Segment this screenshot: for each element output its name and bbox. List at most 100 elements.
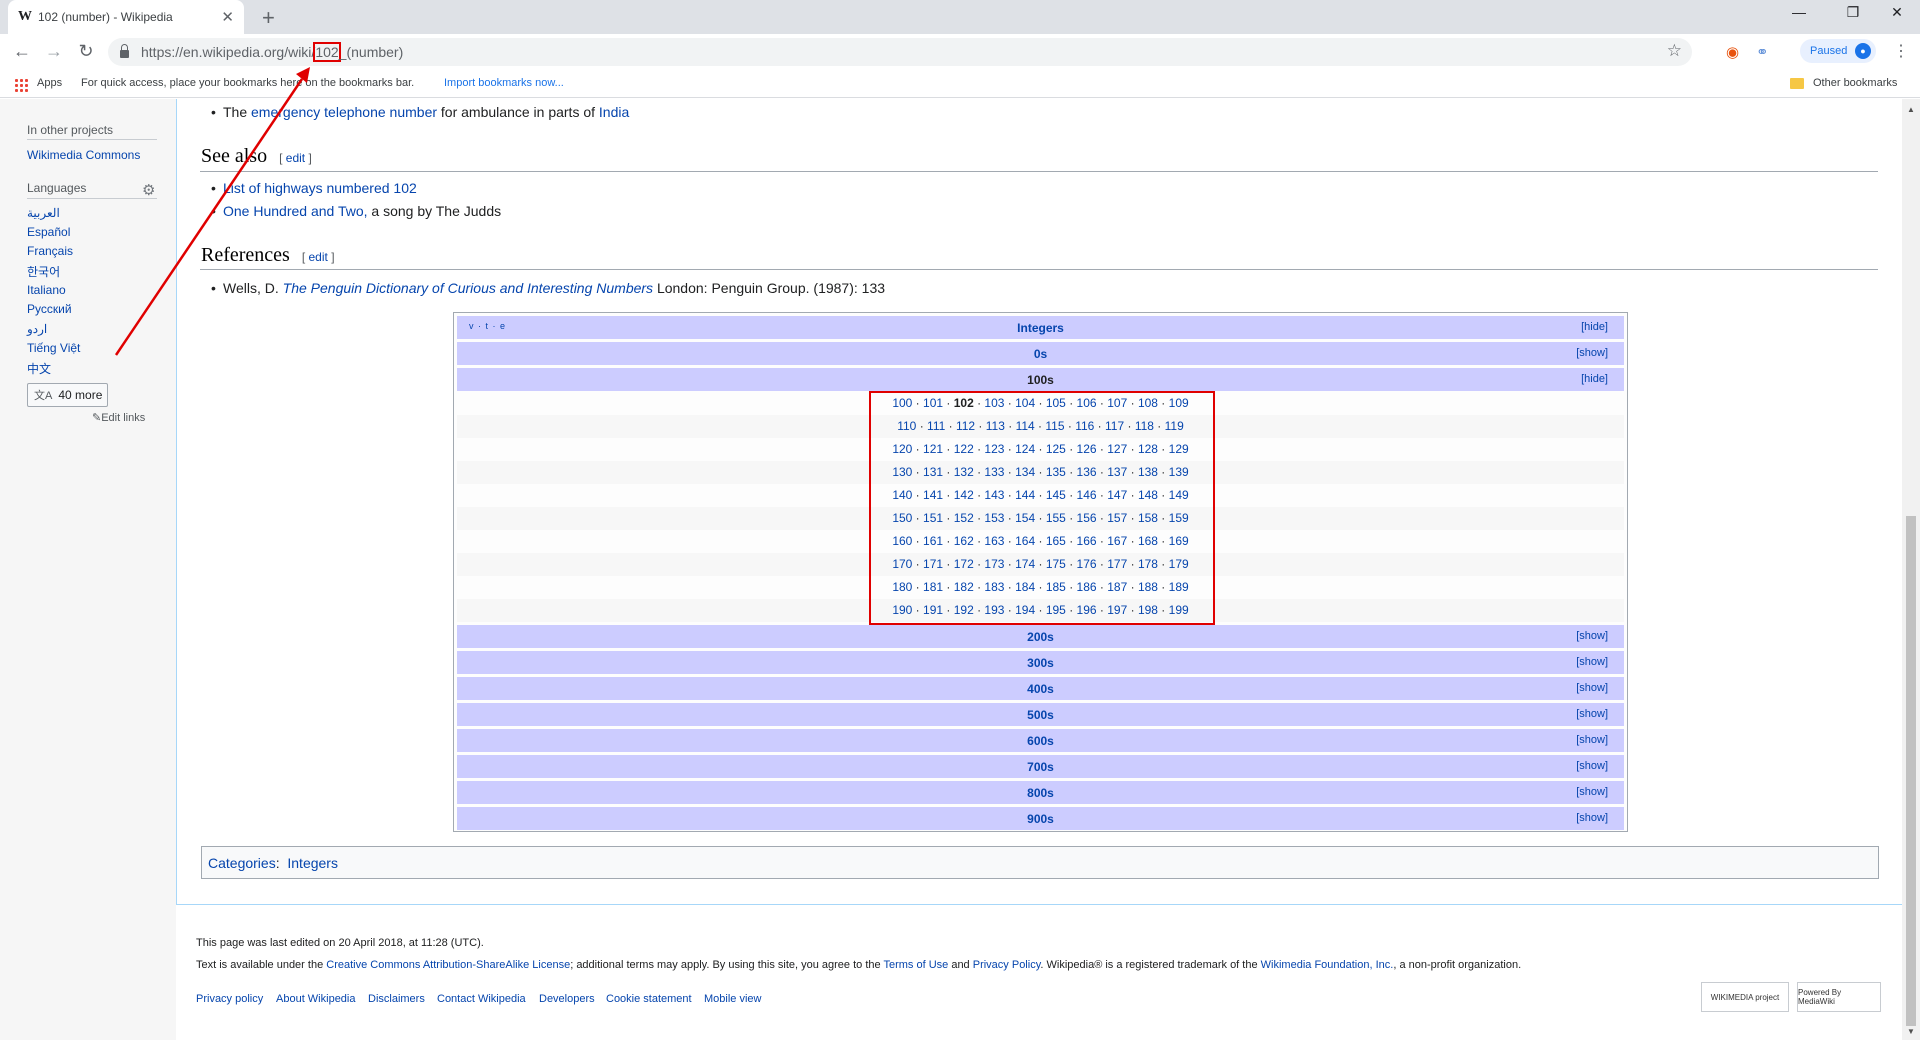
- penguin-dictionary-link[interactable]: The Penguin Dictionary of Curious and In…: [283, 280, 653, 296]
- group-show-toggle[interactable]: [show]: [1576, 708, 1608, 720]
- number-link[interactable]: 198: [1138, 603, 1158, 617]
- forward-arrow-icon[interactable]: →: [41, 41, 67, 62]
- number-link[interactable]: 195: [1046, 603, 1066, 617]
- group-show-toggle[interactable]: [show]: [1576, 630, 1608, 642]
- language-link-vietnamese[interactable]: Tiếng Việt: [27, 341, 80, 355]
- number-link[interactable]: 137: [1107, 465, 1127, 479]
- number-link[interactable]: 115: [1045, 419, 1064, 433]
- number-link[interactable]: 157: [1107, 511, 1127, 525]
- number-link[interactable]: 130: [892, 465, 912, 479]
- bookmark-star-icon[interactable]: ☆: [1667, 41, 1682, 61]
- number-link[interactable]: 132: [954, 465, 974, 479]
- number-link[interactable]: 183: [984, 580, 1004, 594]
- number-link[interactable]: 121: [923, 442, 943, 456]
- number-link[interactable]: 106: [1077, 396, 1097, 410]
- language-link-russian[interactable]: Русский: [27, 302, 72, 316]
- language-link-arabic[interactable]: العربية: [27, 206, 60, 220]
- number-link[interactable]: 140: [892, 488, 912, 502]
- number-link[interactable]: 174: [1015, 557, 1035, 571]
- number-link[interactable]: 146: [1077, 488, 1097, 502]
- number-link[interactable]: 163: [984, 534, 1004, 548]
- language-link-korean[interactable]: 한국어: [27, 263, 60, 280]
- wikimedia-project-badge[interactable]: WIKIMEDIA project: [1701, 982, 1789, 1012]
- number-link[interactable]: 116: [1075, 419, 1094, 433]
- browser-menu-icon[interactable]: ⋮: [1893, 41, 1909, 61]
- number-link[interactable]: 160: [892, 534, 912, 548]
- number-link[interactable]: 185: [1046, 580, 1066, 594]
- number-link[interactable]: 170: [892, 557, 912, 571]
- number-link[interactable]: 128: [1138, 442, 1158, 456]
- number-link[interactable]: 190: [892, 603, 912, 617]
- number-link[interactable]: 193: [984, 603, 1004, 617]
- group-label[interactable]: 600s: [457, 734, 1624, 748]
- number-link[interactable]: 192: [954, 603, 974, 617]
- number-link[interactable]: 178: [1138, 557, 1158, 571]
- number-link[interactable]: 197: [1107, 603, 1127, 617]
- close-window-icon[interactable]: ✕: [1874, 4, 1920, 21]
- number-link[interactable]: 177: [1107, 557, 1127, 571]
- number-link[interactable]: 182: [954, 580, 974, 594]
- back-arrow-icon[interactable]: ←: [9, 41, 35, 62]
- number-link[interactable]: 123: [984, 442, 1004, 456]
- number-link[interactable]: 161: [923, 534, 943, 548]
- footer-mobile-view[interactable]: Mobile view: [704, 993, 761, 1005]
- number-link[interactable]: 125: [1046, 442, 1066, 456]
- group-show-toggle[interactable]: [show]: [1576, 812, 1608, 824]
- number-link[interactable]: 129: [1169, 442, 1189, 456]
- number-link[interactable]: 134: [1015, 465, 1035, 479]
- number-link[interactable]: 145: [1046, 488, 1066, 502]
- number-link[interactable]: 199: [1169, 603, 1189, 617]
- group-show-toggle[interactable]: [show]: [1576, 682, 1608, 694]
- number-link[interactable]: 139: [1169, 465, 1189, 479]
- number-link[interactable]: 109: [1169, 396, 1189, 410]
- group-label[interactable]: 0s: [457, 347, 1624, 361]
- group-label[interactable]: 200s: [457, 630, 1624, 644]
- number-link[interactable]: 122: [954, 442, 974, 456]
- number-link[interactable]: 176: [1077, 557, 1097, 571]
- number-link[interactable]: 181: [923, 580, 943, 594]
- number-link[interactable]: 166: [1077, 534, 1097, 548]
- number-link[interactable]: 108: [1138, 396, 1158, 410]
- language-link-spanish[interactable]: Español: [27, 225, 70, 239]
- apps-grid-icon[interactable]: [14, 78, 28, 92]
- number-link[interactable]: 162: [954, 534, 974, 548]
- number-link[interactable]: 143: [984, 488, 1004, 502]
- group-show-toggle[interactable]: [show]: [1576, 734, 1608, 746]
- one-hundred-and-two-link[interactable]: One Hundred and Two,: [223, 203, 368, 219]
- number-link[interactable]: 111: [927, 419, 945, 433]
- group-label[interactable]: 700s: [457, 760, 1624, 774]
- group-show-toggle[interactable]: [show]: [1576, 656, 1608, 668]
- number-link[interactable]: 164: [1015, 534, 1035, 548]
- restore-icon[interactable]: ❐: [1830, 4, 1876, 21]
- group-show-toggle[interactable]: [show]: [1576, 347, 1608, 359]
- edit-see-also-link[interactable]: edit: [286, 151, 305, 165]
- powered-by-mediawiki-badge[interactable]: Powered By MediaWiki: [1797, 982, 1881, 1012]
- address-bar[interactable]: https://en.wikipedia.org/wiki/102 _(numbe…: [108, 38, 1692, 66]
- number-link[interactable]: 107: [1107, 396, 1127, 410]
- number-link[interactable]: 187: [1107, 580, 1127, 594]
- new-tab-icon[interactable]: +: [262, 5, 275, 31]
- number-link[interactable]: 159: [1169, 511, 1189, 525]
- india-link[interactable]: India: [599, 104, 629, 120]
- group-label[interactable]: 900s: [457, 812, 1624, 826]
- number-link[interactable]: 196: [1077, 603, 1097, 617]
- number-link[interactable]: 144: [1015, 488, 1035, 502]
- number-link[interactable]: 180: [892, 580, 912, 594]
- extension-link-icon[interactable]: ⚭: [1756, 43, 1769, 61]
- group-show-toggle[interactable]: [show]: [1576, 760, 1608, 772]
- number-link[interactable]: 105: [1046, 396, 1066, 410]
- number-link[interactable]: 114: [1016, 419, 1035, 433]
- number-link[interactable]: 117: [1105, 419, 1124, 433]
- number-link[interactable]: 152: [954, 511, 974, 525]
- number-link[interactable]: 124: [1015, 442, 1035, 456]
- privacy-policy-inline-link[interactable]: Privacy Policy: [973, 959, 1041, 971]
- number-link[interactable]: 169: [1169, 534, 1189, 548]
- import-bookmarks-link[interactable]: Import bookmarks now...: [444, 77, 564, 89]
- scrollbar[interactable]: ▲ ▼: [1902, 99, 1920, 1040]
- extension-record-icon[interactable]: ◉: [1726, 43, 1739, 61]
- number-link[interactable]: 135: [1046, 465, 1066, 479]
- number-link[interactable]: 110: [897, 419, 916, 433]
- number-link[interactable]: 156: [1077, 511, 1097, 525]
- footer-about[interactable]: About Wikipedia: [276, 993, 356, 1005]
- number-link[interactable]: 113: [986, 419, 1005, 433]
